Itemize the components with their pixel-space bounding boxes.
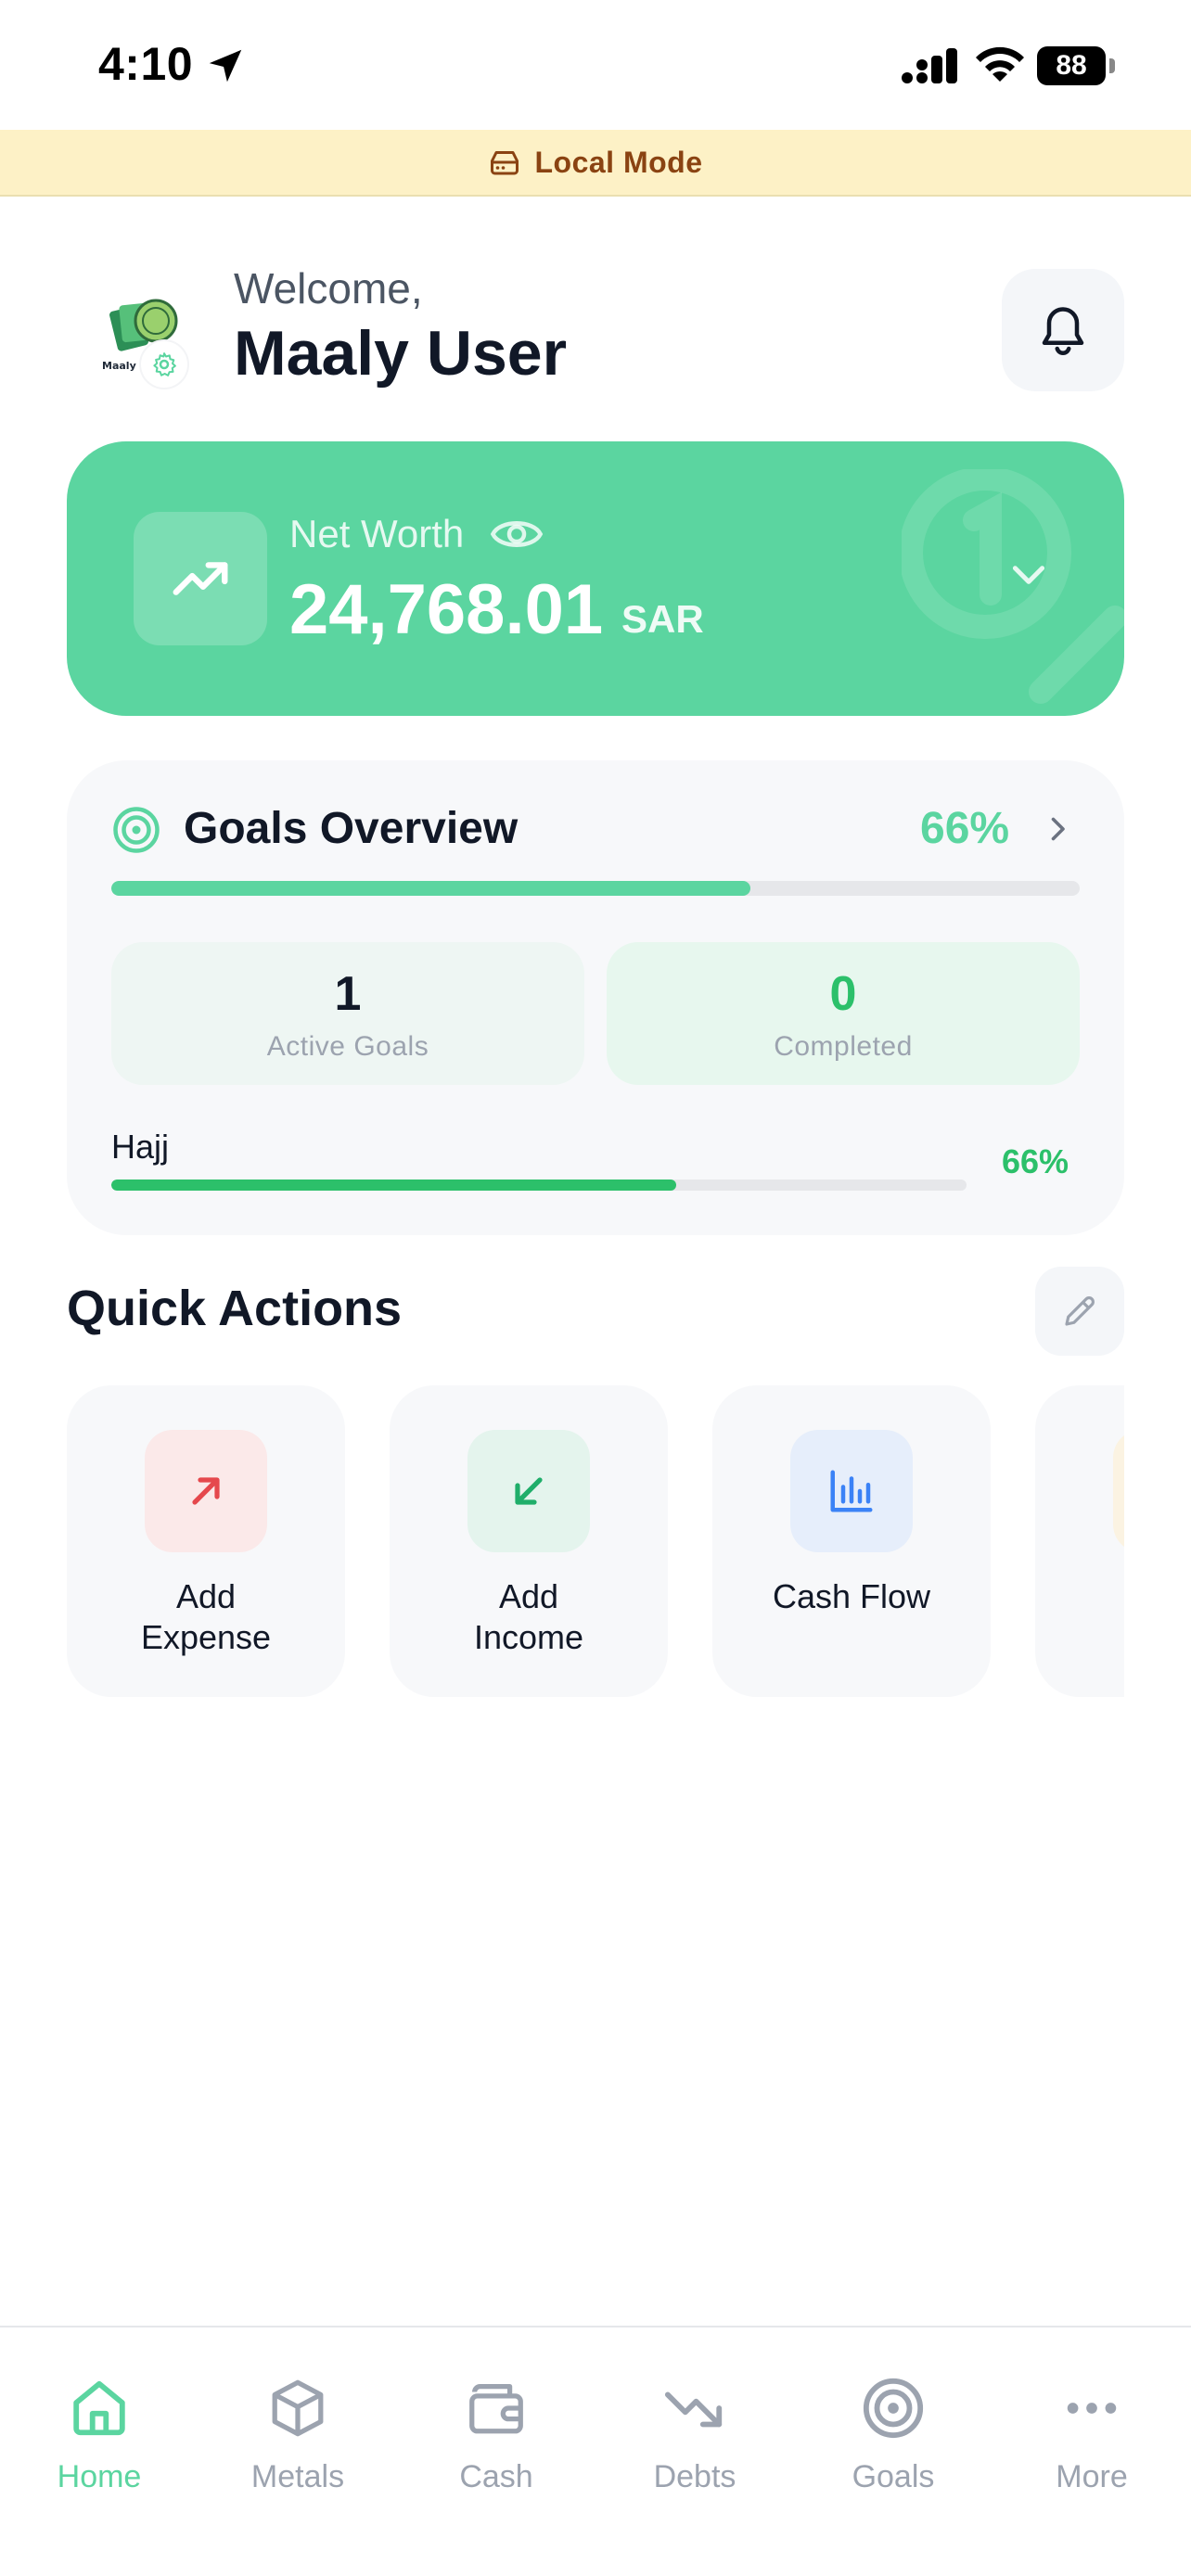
- quick-action-partial-button[interactable]: A: [1035, 1385, 1124, 1697]
- nav-item-home[interactable]: Home: [0, 2366, 198, 2506]
- eye-icon[interactable]: [490, 512, 544, 556]
- trending-up-icon: [173, 562, 228, 595]
- cube-icon: [272, 2379, 324, 2437]
- nav-item-more[interactable]: More: [992, 2366, 1191, 2506]
- pencil-icon: [1065, 1296, 1095, 1326]
- goals-overview-title: Goals Overview: [184, 804, 519, 853]
- goal-item-name: Hajj: [111, 1128, 170, 1166]
- goal-item-progress-bar: [111, 1180, 967, 1191]
- net-worth-value: 24,768.01: [289, 570, 604, 649]
- wifi-icon: [976, 46, 1024, 82]
- add-income-label-line2: Income: [473, 1618, 584, 1656]
- bell-icon: [1042, 307, 1084, 355]
- nav-item-goals[interactable]: Goals: [794, 2366, 992, 2506]
- completed-goals-count: 0: [829, 967, 857, 1021]
- target-icon: [863, 2378, 924, 2439]
- quick-actions-carousel[interactable]: Add Expense Add Income Cash Flow: [67, 1385, 1124, 1699]
- goals-overall-progress-bar: [111, 881, 1080, 896]
- gear-icon: [153, 352, 176, 376]
- bottom-navigation: Home Metals Cash Debts Goals More: [0, 2326, 1191, 2576]
- target-icon: [113, 807, 160, 853]
- cash-flow-label: Cash Flow: [722, 1576, 981, 1617]
- chevron-right-icon[interactable]: [1041, 812, 1074, 846]
- partial-action-label-line1: A: [1044, 1576, 1124, 1617]
- nav-label-metals: Metals: [250, 2459, 345, 2494]
- add-expense-label-line1: Add: [175, 1577, 237, 1615]
- arrow-down-left-icon: [515, 1477, 543, 1505]
- status-bar: 4:10 88: [0, 0, 1191, 130]
- add-income-label: Add Income: [399, 1576, 659, 1658]
- active-goals-label: Active Goals: [266, 1031, 429, 1062]
- more-icon: [1067, 2403, 1117, 2414]
- battery-indicator: 88: [1037, 46, 1115, 85]
- battery-level: 88: [1056, 50, 1087, 81]
- nav-label-goals: Goals: [852, 2459, 935, 2494]
- wallet-icon: [469, 2384, 523, 2434]
- user-name: Maaly User: [234, 318, 568, 389]
- nav-label-cash: Cash: [459, 2459, 533, 2494]
- nav-item-metals[interactable]: Metals: [198, 2366, 397, 2506]
- net-worth-card[interactable]: Net Worth 24,768.01 SAR: [67, 441, 1124, 716]
- nav-label-debts: Debts: [653, 2459, 736, 2494]
- nav-label-home: Home: [57, 2459, 142, 2494]
- chevron-down-icon[interactable]: [1005, 551, 1052, 597]
- add-expense-icon-box: [145, 1430, 267, 1552]
- location-arrow-icon: [209, 49, 242, 83]
- net-worth-currency: SAR: [621, 597, 704, 641]
- local-mode-banner: Local Mode: [0, 130, 1191, 197]
- nav-item-debts[interactable]: Debts: [596, 2366, 794, 2506]
- arrow-up-right-icon: [192, 1477, 220, 1505]
- add-expense-button[interactable]: Add Expense: [67, 1385, 345, 1697]
- add-income-label-line1: Add: [498, 1577, 559, 1615]
- partial-action-label: A: [1044, 1576, 1124, 1617]
- active-goals-count: 1: [334, 967, 362, 1021]
- svg-text:Maaly: Maaly: [102, 360, 136, 372]
- goals-overall-progress-fill: [111, 881, 751, 896]
- banner-text: Local Mode: [534, 145, 703, 179]
- nav-item-cash[interactable]: Cash: [397, 2366, 596, 2506]
- status-time: 4:10: [98, 38, 194, 90]
- partial-icon-box: [1113, 1430, 1124, 1552]
- notifications-button[interactable]: [1002, 269, 1124, 391]
- cash-flow-button[interactable]: Cash Flow: [712, 1385, 991, 1697]
- add-income-button[interactable]: Add Income: [390, 1385, 668, 1697]
- goal-item-percent: 66%: [1002, 1142, 1069, 1180]
- add-income-icon-box: [467, 1430, 590, 1552]
- add-expense-label: Add Expense: [76, 1576, 336, 1658]
- bar-chart-icon: [830, 1470, 873, 1512]
- goals-overall-percent: 66%: [920, 804, 1010, 853]
- trending-down-icon: [664, 2391, 723, 2428]
- add-expense-label-line2: Expense: [140, 1618, 272, 1656]
- home-icon: [73, 2380, 125, 2436]
- welcome-text: Welcome,: [234, 264, 423, 312]
- cash-flow-label-line1: Cash Flow: [772, 1577, 931, 1615]
- cash-flow-icon-box: [790, 1430, 913, 1552]
- edit-quick-actions-button[interactable]: [1035, 1267, 1124, 1356]
- quick-actions-title: Quick Actions: [67, 1281, 403, 1336]
- net-worth-icon-box: [134, 512, 267, 645]
- active-goals-stat: 1 Active Goals: [111, 942, 584, 1085]
- hard-drive-icon: [491, 151, 519, 175]
- nav-label-more: More: [1056, 2459, 1128, 2494]
- completed-goals-label: Completed: [774, 1031, 913, 1062]
- goals-overview-card[interactable]: Goals Overview 66% 1 Active Goals 0 Comp…: [67, 760, 1124, 1235]
- settings-button[interactable]: [141, 341, 187, 388]
- cellular-signal-icon: [902, 48, 957, 83]
- net-worth-label: Net Worth: [289, 512, 465, 555]
- goal-item-progress-fill: [111, 1180, 676, 1191]
- completed-goals-stat: 0 Completed: [607, 942, 1080, 1085]
